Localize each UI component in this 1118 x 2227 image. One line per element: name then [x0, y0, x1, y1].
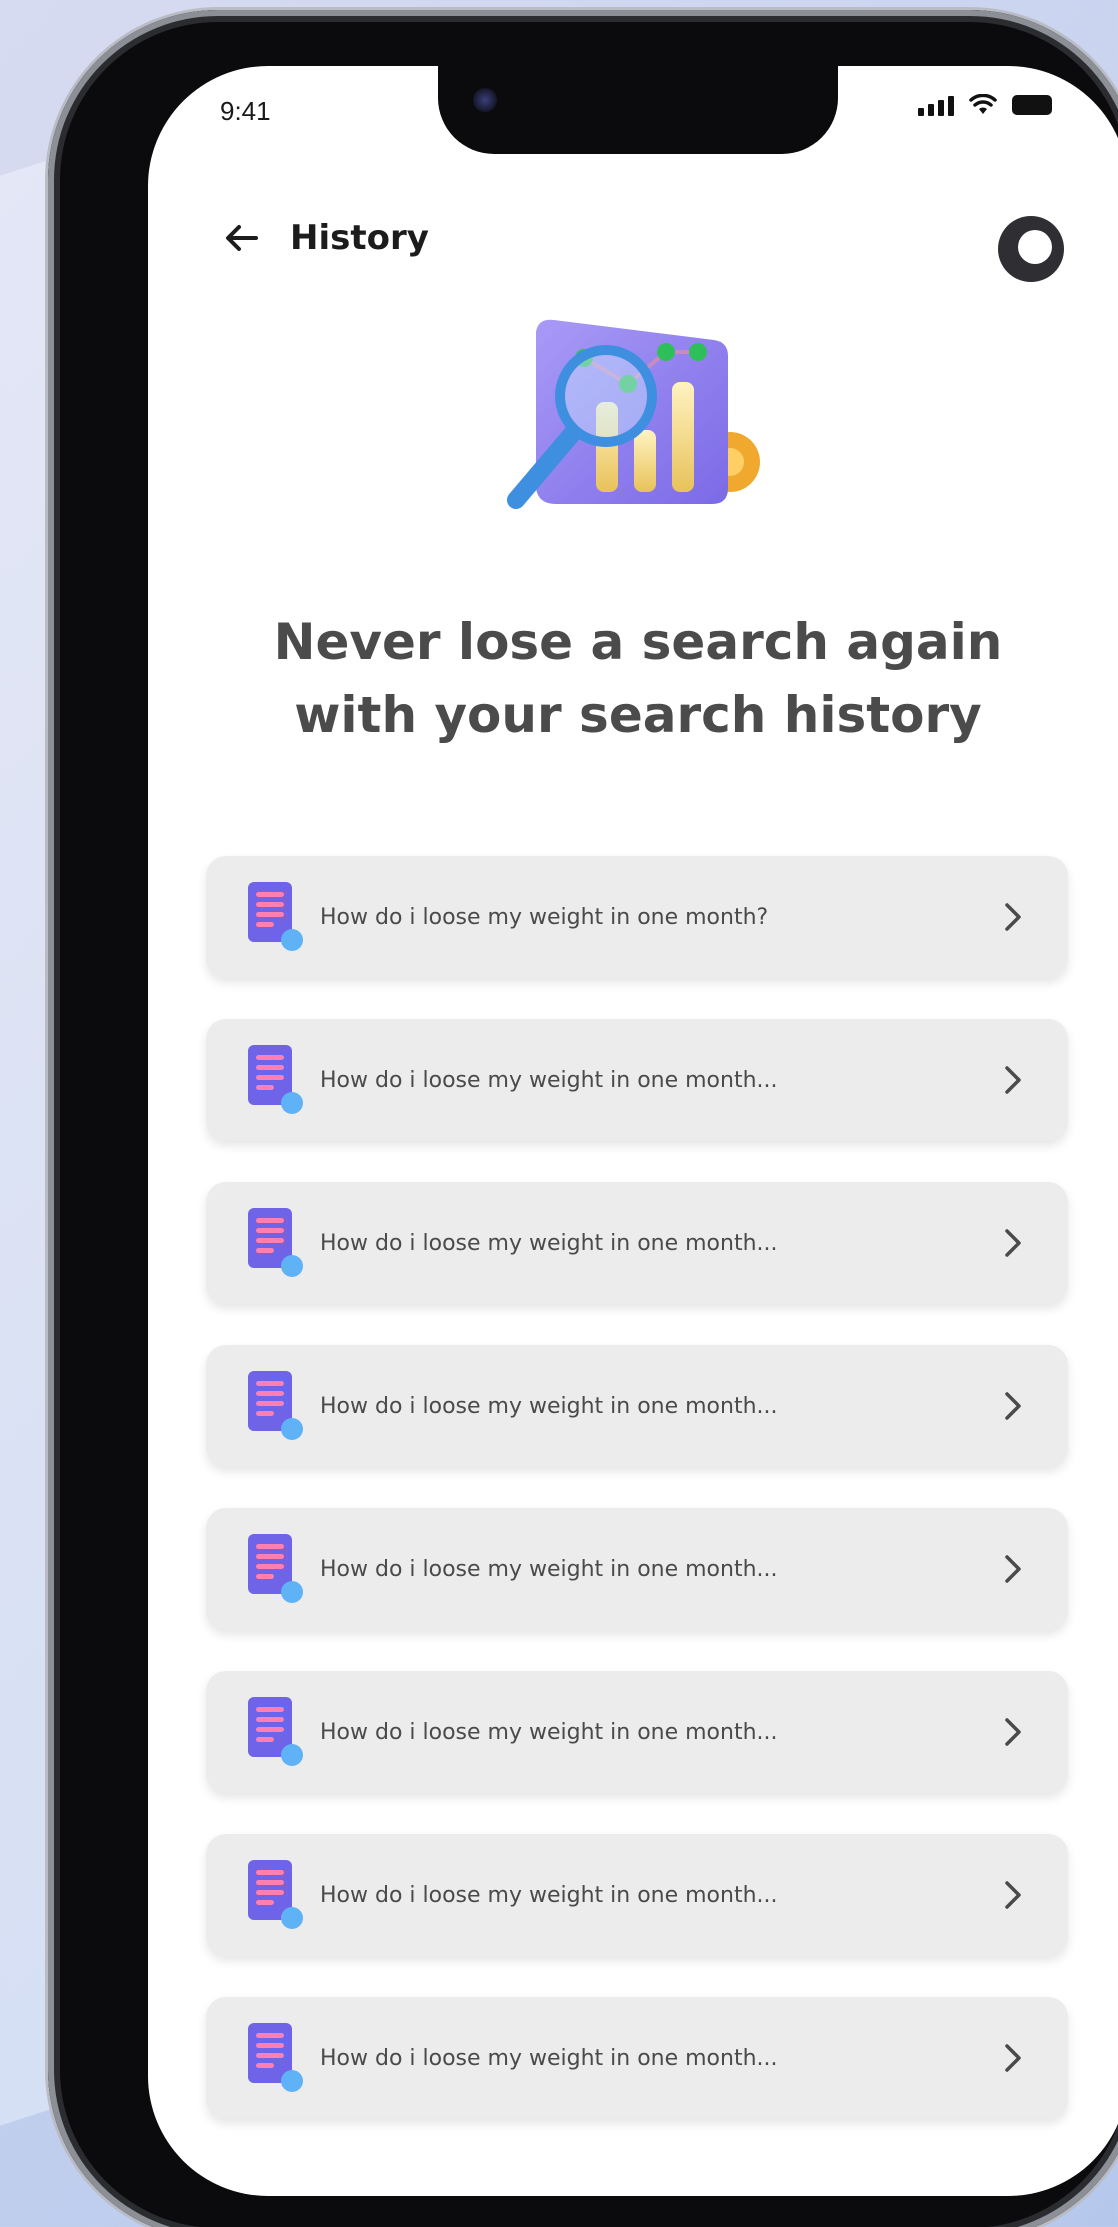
history-item[interactable]: How do i loose my weight in one month... [206, 1671, 1068, 1793]
headline-line-2: with your search history [294, 685, 982, 744]
headline: Never lose a search again with your sear… [188, 606, 1088, 751]
document-icon [248, 1045, 303, 1114]
history-item[interactable]: How do i loose my weight in one month... [206, 1834, 1068, 1956]
history-item-label: How do i loose my weight in one month... [320, 1230, 778, 1256]
history-item[interactable]: How do i loose my weight in one month... [206, 1345, 1068, 1467]
history-list: How do i loose my weight in one month? H… [206, 856, 1068, 2160]
camera-icon [473, 88, 497, 112]
chevron-right-icon [1005, 1392, 1021, 1420]
document-icon [248, 1697, 303, 1766]
history-item[interactable]: How do i loose my weight in one month... [206, 1019, 1068, 1141]
document-icon [248, 2023, 303, 2092]
signal-icon [918, 94, 954, 116]
chevron-right-icon [1005, 2044, 1021, 2072]
chevron-right-icon [1005, 1718, 1021, 1746]
history-item[interactable]: How do i loose my weight in one month? [206, 856, 1068, 978]
status-time: 9:41 [220, 96, 271, 126]
document-icon [248, 1371, 303, 1440]
history-item[interactable]: How do i loose my weight in one month... [206, 1508, 1068, 1630]
chevron-right-icon [1005, 1066, 1021, 1094]
document-icon [248, 882, 303, 951]
chevron-right-icon [1005, 1881, 1021, 1909]
battery-icon [1012, 95, 1052, 115]
history-item-label: How do i loose my weight in one month... [320, 1719, 778, 1745]
chevron-right-icon [1005, 1555, 1021, 1583]
theme-toggle-icon[interactable] [998, 216, 1064, 282]
app-screen: 9:41 History Never lose a search again w… [148, 66, 1118, 2196]
document-icon [248, 1860, 303, 1929]
search-analytics-illustration [507, 319, 760, 509]
page-title: History [290, 218, 429, 258]
status-icons [918, 94, 1052, 116]
history-item-label: How do i loose my weight in one month... [320, 2045, 778, 2071]
wifi-icon [969, 94, 997, 114]
document-icon [248, 1208, 303, 1277]
history-item[interactable]: How do i loose my weight in one month... [206, 1997, 1068, 2119]
history-item-label: How do i loose my weight in one month... [320, 1556, 778, 1582]
history-item-label: How do i loose my weight in one month? [320, 904, 769, 930]
chevron-right-icon [1005, 1229, 1021, 1257]
chevron-right-icon [1005, 903, 1021, 931]
document-icon [248, 1534, 303, 1603]
history-item-label: How do i loose my weight in one month... [320, 1393, 778, 1419]
history-item[interactable]: How do i loose my weight in one month... [206, 1182, 1068, 1304]
history-item-label: How do i loose my weight in one month... [320, 1882, 778, 1908]
header: History [220, 216, 429, 260]
arrow-left-icon[interactable] [220, 216, 264, 260]
notch [438, 66, 838, 154]
headline-line-1: Never lose a search again [273, 613, 1003, 671]
history-item-label: How do i loose my weight in one month... [320, 1067, 778, 1093]
phone-frame: 9:41 History Never lose a search again w… [48, 10, 1118, 2227]
